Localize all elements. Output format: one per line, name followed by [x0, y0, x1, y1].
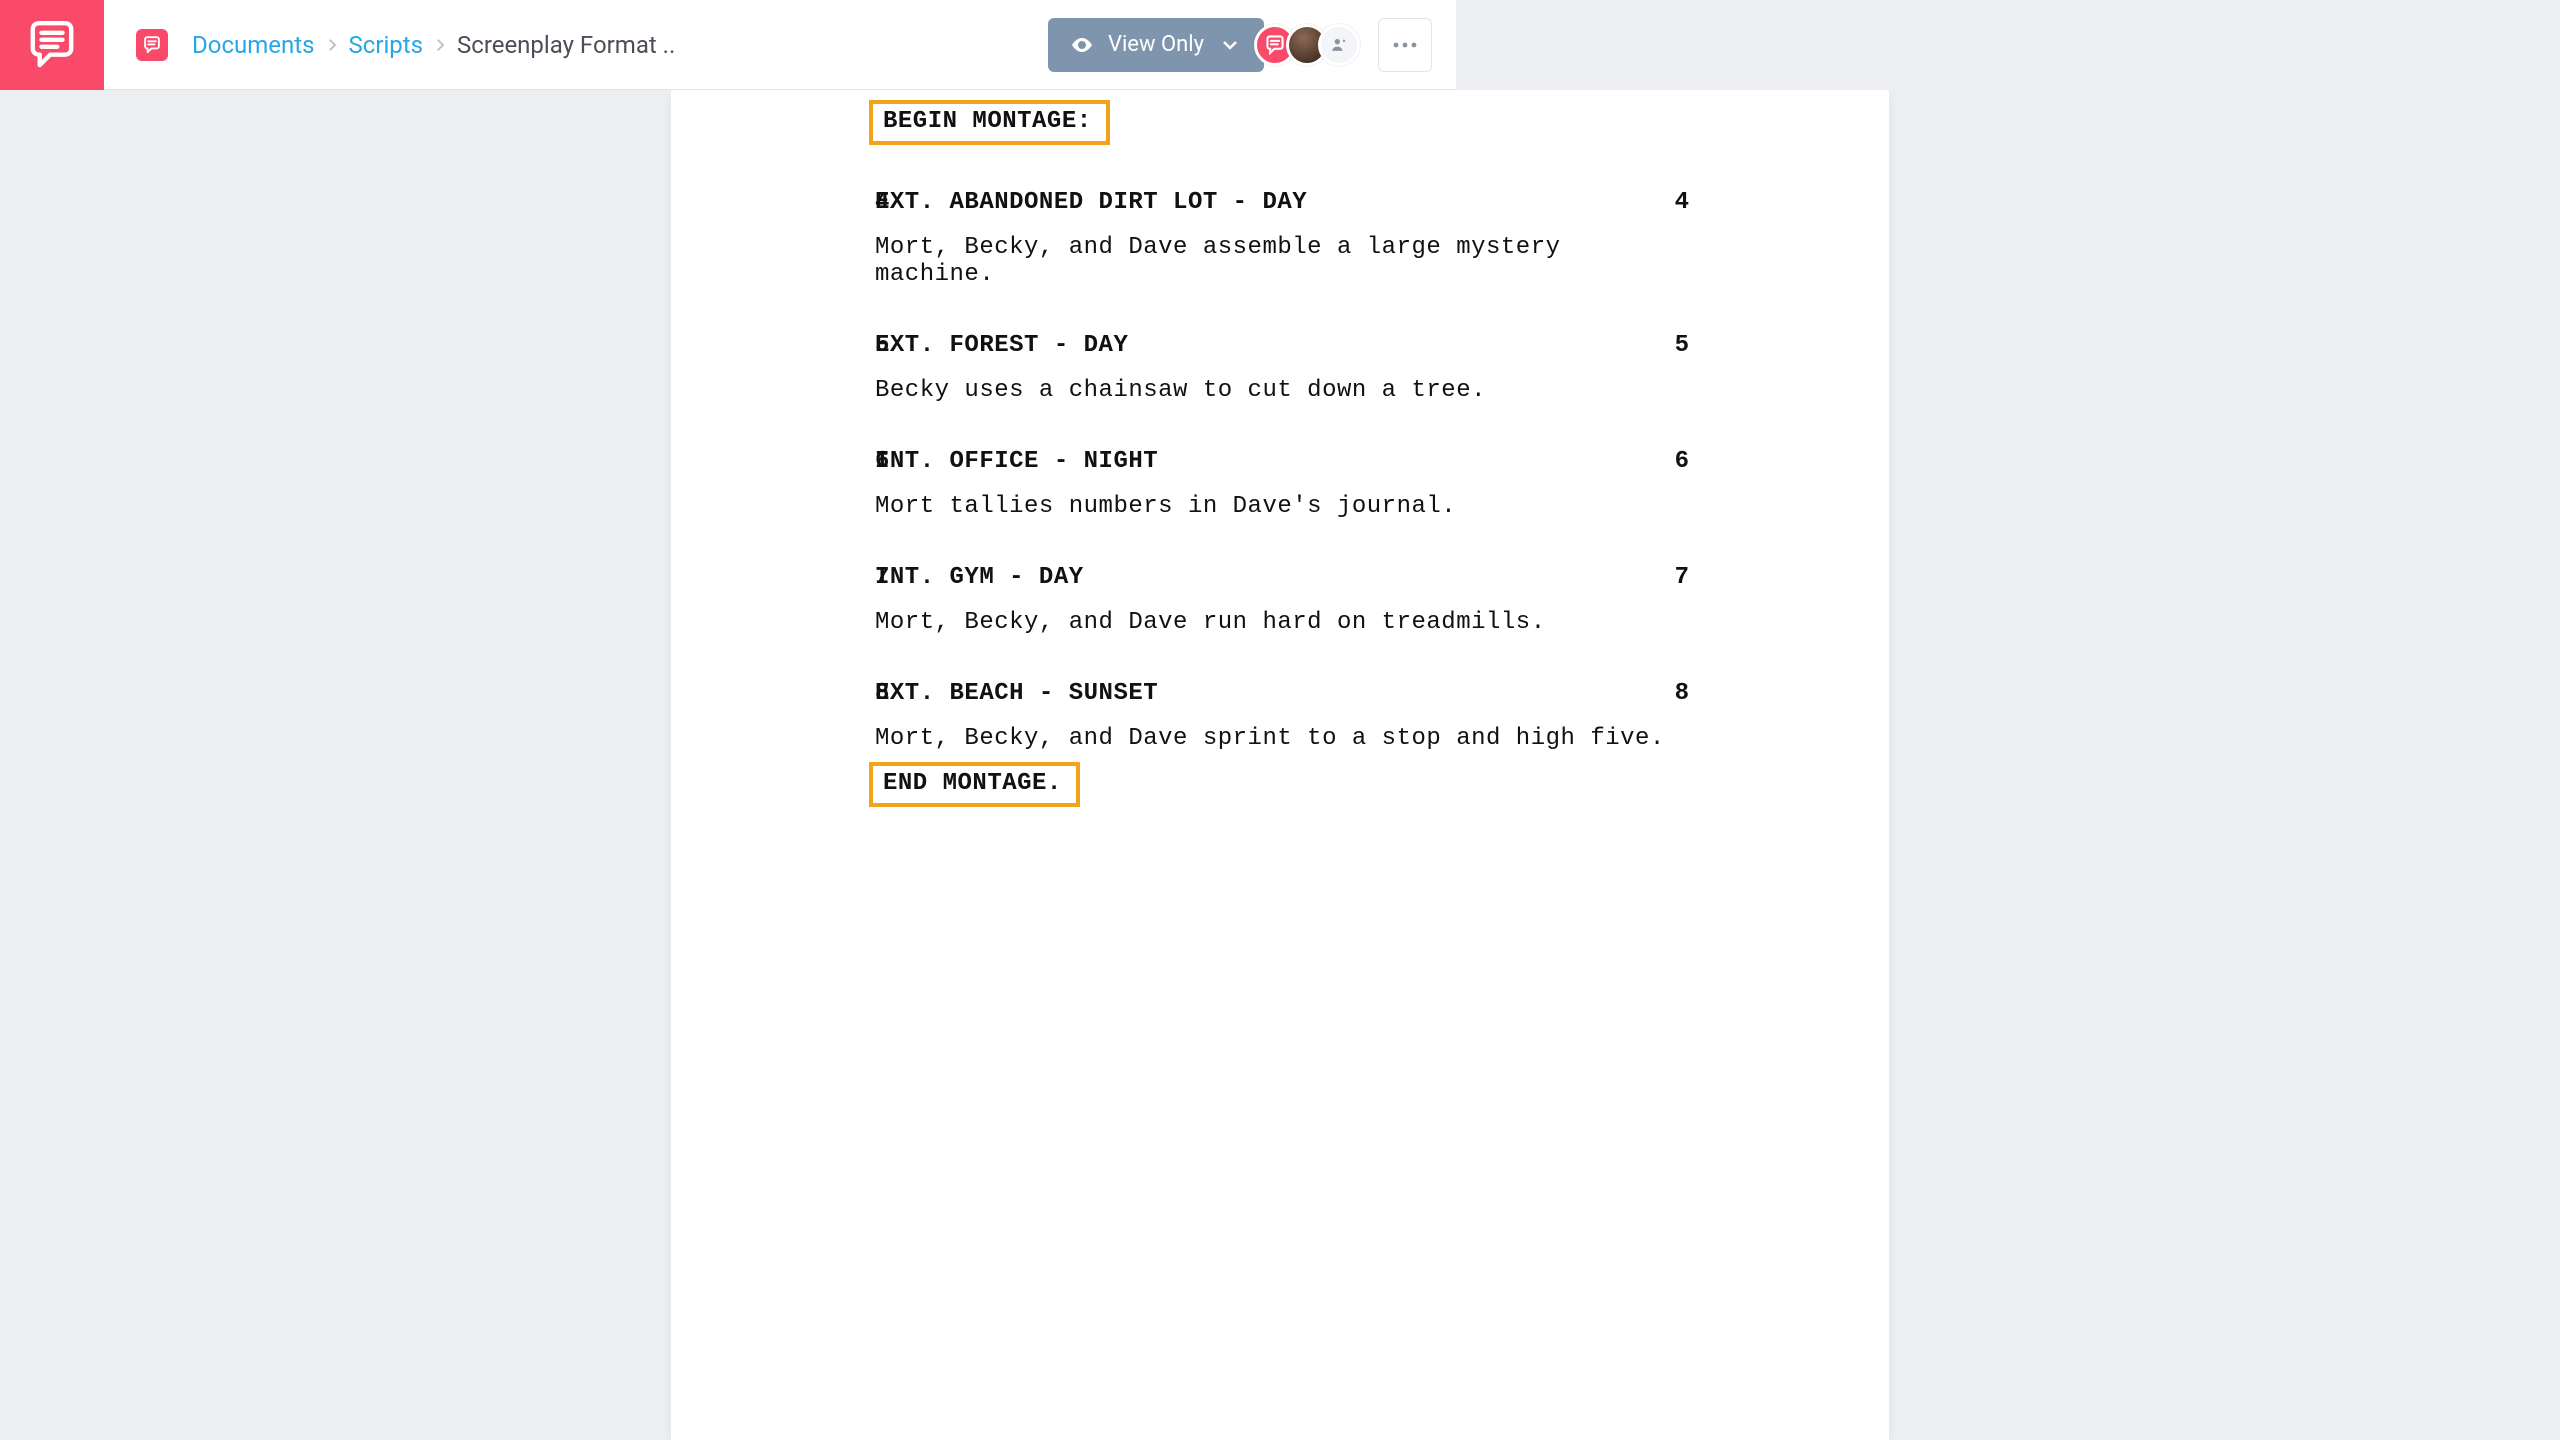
scene-row: 7 7 INT. GYM - DAY Mort, Becky, and Dave…: [745, 564, 1815, 636]
scene-row: 6 6 INT. OFFICE - NIGHT Mort tallies num…: [745, 448, 1815, 520]
scene-number-left: 4: [875, 189, 889, 216]
chevron-right-icon: [431, 36, 449, 54]
collaborators: [1264, 18, 1456, 72]
avatar-stack: [1264, 24, 1360, 66]
document-stage: BEGIN MONTAGE: 4 4 EXT. ABANDONED DIRT L…: [0, 90, 2560, 1440]
scene-number-right: 7: [1675, 564, 1689, 591]
scene-number-left: 8: [875, 680, 889, 707]
eye-icon: [1070, 33, 1094, 57]
chat-bubble-icon: [24, 17, 80, 73]
scene-heading: EXT. BEACH - SUNSET: [875, 680, 1685, 707]
brand-logo[interactable]: [0, 0, 104, 90]
scene-number-left: 7: [875, 564, 889, 591]
chevron-down-icon: [1218, 33, 1242, 57]
scene-action: Mort, Becky, and Dave sprint to a stop a…: [875, 725, 1685, 752]
scene-action: Becky uses a chainsaw to cut down a tree…: [875, 377, 1685, 404]
begin-montage-label: BEGIN MONTAGE:: [869, 100, 1110, 145]
scene-action: Mort, Becky, and Dave run hard on treadm…: [875, 609, 1685, 636]
scene-row: 5 5 EXT. FOREST - DAY Becky uses a chain…: [745, 332, 1815, 404]
chat-bubble-icon: [1264, 34, 1286, 56]
scene-number-right: 4: [1675, 189, 1689, 216]
scene-heading: EXT. ABANDONED DIRT LOT - DAY: [875, 189, 1685, 216]
chat-bubble-icon: [142, 35, 162, 55]
add-collaborator-button[interactable]: [1318, 24, 1360, 66]
scene-row: 8 8 EXT. BEACH - SUNSET Mort, Becky, and…: [745, 680, 1815, 752]
breadcrumb-documents[interactable]: Documents: [186, 31, 321, 59]
breadcrumb-scripts[interactable]: Scripts: [343, 31, 430, 59]
scene-heading: EXT. FOREST - DAY: [875, 332, 1685, 359]
scene-action: Mort tallies numbers in Dave's journal.: [875, 493, 1685, 520]
scene-heading: INT. OFFICE - NIGHT: [875, 448, 1685, 475]
scene-number-right: 5: [1675, 332, 1689, 359]
end-montage-label: END MONTAGE.: [869, 762, 1080, 807]
view-mode-button[interactable]: View Only: [1048, 18, 1264, 72]
topbar: Documents Scripts Screenplay Format .. V…: [0, 0, 1456, 90]
scene-number-left: 5: [875, 332, 889, 359]
end-montage: END MONTAGE.: [745, 762, 1815, 807]
script-page: BEGIN MONTAGE: 4 4 EXT. ABANDONED DIRT L…: [671, 90, 1889, 1440]
scene-heading: INT. GYM - DAY: [875, 564, 1685, 591]
app-icon[interactable]: [136, 29, 168, 61]
breadcrumb-current: Screenplay Format ..: [451, 31, 681, 59]
scene-row: 4 4 EXT. ABANDONED DIRT LOT - DAY Mort, …: [745, 189, 1815, 288]
begin-montage: BEGIN MONTAGE:: [745, 100, 1815, 145]
user-plus-icon: [1329, 35, 1349, 55]
scene-number-right: 6: [1675, 448, 1689, 475]
breadcrumb: Documents Scripts Screenplay Format ..: [186, 31, 1034, 59]
more-horizontal-icon: [1392, 41, 1418, 49]
more-menu-button[interactable]: [1378, 18, 1432, 72]
view-mode-label: View Only: [1108, 32, 1204, 57]
scene-number-left: 6: [875, 448, 889, 475]
scene-number-right: 8: [1675, 680, 1689, 707]
chevron-right-icon: [323, 36, 341, 54]
scene-action: Mort, Becky, and Dave assemble a large m…: [875, 234, 1685, 288]
